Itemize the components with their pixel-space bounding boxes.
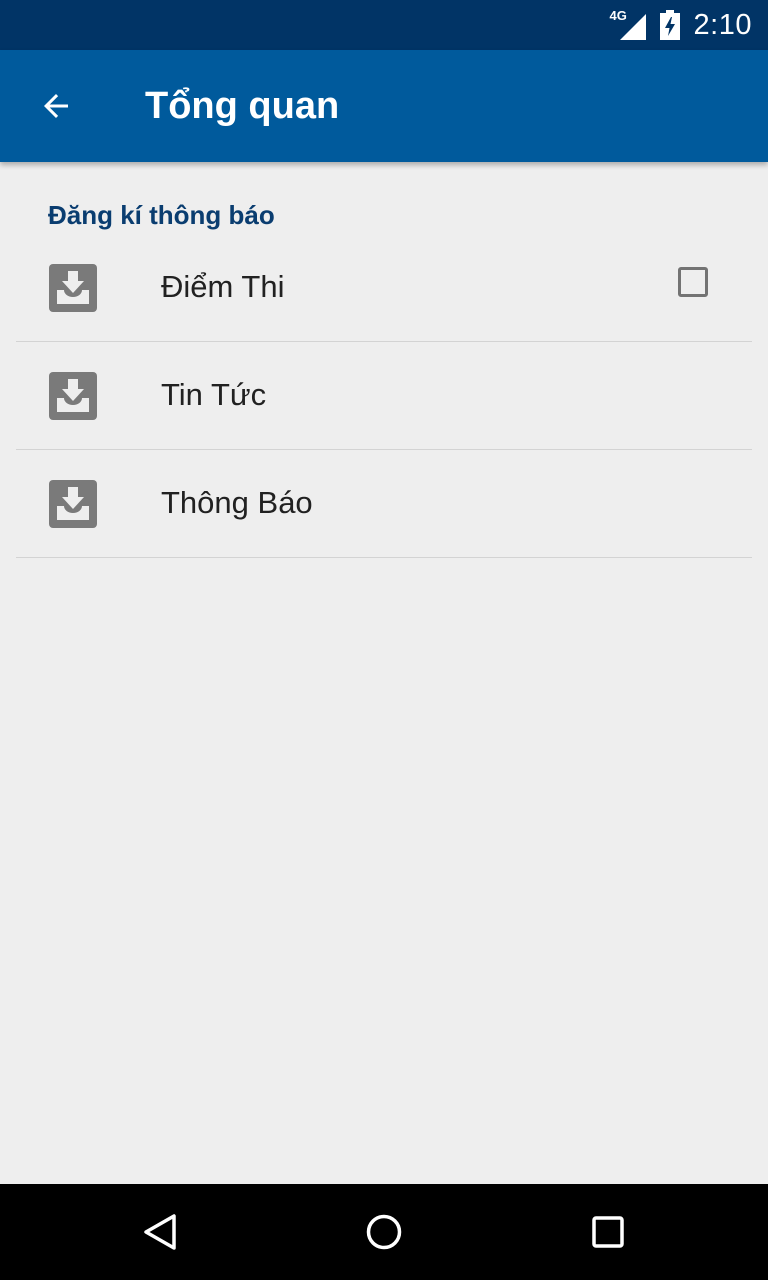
network-indicator: 4G xyxy=(610,8,646,40)
back-button[interactable] xyxy=(24,78,88,134)
download-tray-icon xyxy=(49,372,97,420)
signal-strength-icon xyxy=(619,14,646,40)
arrow-back-icon xyxy=(44,94,68,118)
list-item-diem-thi[interactable]: Điểm Thi xyxy=(16,233,752,342)
list-item-thong-bao[interactable]: Thông Báo xyxy=(16,449,752,558)
section-header: Đăng kí thông báo xyxy=(48,200,275,230)
nav-recents-button[interactable] xyxy=(578,1202,638,1262)
nav-home-circle-icon xyxy=(366,1214,402,1250)
download-tray-icon xyxy=(49,480,97,528)
list-item-label: Tin Tức xyxy=(161,377,267,412)
status-icons: 4G 2:10 xyxy=(610,0,752,50)
nav-back-button[interactable] xyxy=(130,1202,190,1262)
battery-charging-icon xyxy=(659,10,680,40)
nav-back-triangle-icon xyxy=(144,1214,176,1250)
list-item-label: Điểm Thi xyxy=(161,269,285,304)
subscribe-checkbox[interactable] xyxy=(678,267,708,297)
system-nav-bar xyxy=(0,1184,768,1280)
app-bar: Tổng quan xyxy=(0,50,768,162)
clock: 2:10 xyxy=(693,8,752,41)
list-item-tin-tuc[interactable]: Tin Tức xyxy=(16,341,752,450)
download-tray-icon xyxy=(49,264,97,312)
status-bar: 4G 2:10 xyxy=(0,0,768,50)
page-title: Tổng quan xyxy=(145,85,340,127)
nav-home-button[interactable] xyxy=(354,1202,414,1262)
nav-recents-square-icon xyxy=(592,1216,624,1248)
list-item-label: Thông Báo xyxy=(161,485,313,520)
